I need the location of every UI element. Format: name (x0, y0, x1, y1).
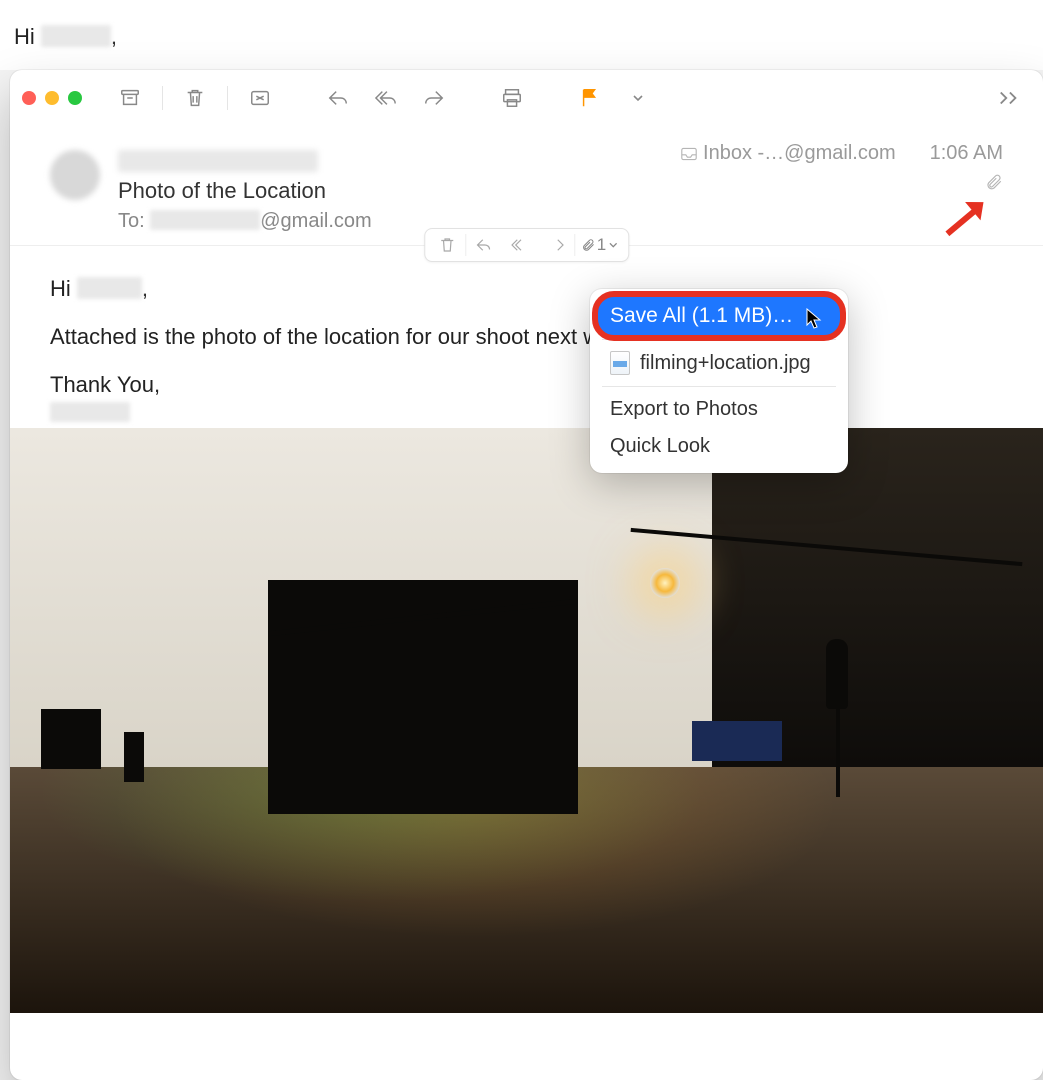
minimize-window-button[interactable] (45, 91, 59, 105)
menu-attachment-file[interactable]: filming+location.jpg (598, 344, 840, 382)
menu-file-label: filming+location.jpg (640, 352, 811, 375)
delete-button[interactable] (173, 81, 217, 115)
trash-icon (184, 87, 206, 109)
body-thanks: Thank You, (50, 372, 1003, 398)
attachment-image[interactable] (10, 428, 1043, 1013)
signature-redacted (50, 402, 130, 422)
archive-button[interactable] (108, 81, 152, 115)
header-meta: Inbox -…@gmail.com 1:06 AM (681, 142, 1003, 197)
print-icon (501, 87, 523, 109)
menu-export-photos[interactable]: Export to Photos (598, 391, 840, 428)
reply-button[interactable] (316, 81, 360, 115)
menu-separator (602, 339, 836, 340)
menu-save-all-label: Save All (1.1 MB)… (610, 304, 793, 328)
forward-icon (423, 87, 445, 109)
chevron-down-icon (632, 92, 644, 104)
menu-export-label: Export to Photos (610, 398, 758, 421)
flag-options-button[interactable] (616, 81, 660, 115)
reply-all-button[interactable] (364, 81, 408, 115)
zoom-window-button[interactable] (68, 91, 82, 105)
toolbar-overflow-button[interactable] (987, 81, 1031, 115)
menu-separator (602, 386, 836, 387)
mail-message-window: Photo of the Location To: @gmail.com Inb… (10, 70, 1043, 1080)
divider (227, 86, 228, 110)
to-suffix: @gmail.com (260, 210, 371, 232)
junk-button[interactable] (238, 81, 282, 115)
message-header: Photo of the Location To: @gmail.com Inb… (10, 126, 1043, 246)
flag-icon (579, 87, 601, 109)
forward-button[interactable] (412, 81, 456, 115)
reply-icon (327, 87, 349, 109)
double-chevron-right-icon (998, 90, 1020, 106)
message-time: 1:06 AM (930, 142, 1003, 165)
menu-quicklook-label: Quick Look (610, 435, 710, 458)
inline-forward-button[interactable] (538, 230, 574, 260)
flag-button[interactable] (568, 81, 612, 115)
print-button[interactable] (490, 81, 534, 115)
menu-save-all[interactable]: Save All (1.1 MB)… (598, 297, 840, 335)
image-file-icon (610, 351, 630, 375)
attachment-count: 1 (597, 235, 606, 255)
inbox-label: Inbox -…@gmail.com (703, 142, 896, 165)
sender-name-redacted (118, 150, 318, 172)
attachment-dropdown-button[interactable]: 1 (575, 235, 624, 255)
body-line-1: Attached is the photo of the location fo… (50, 324, 1003, 350)
menu-quick-look[interactable]: Quick Look (598, 428, 840, 465)
toolbar (10, 70, 1043, 126)
divider (162, 86, 163, 110)
mouse-cursor (806, 308, 824, 330)
bg-greet-prefix: Hi (14, 24, 41, 49)
studio-photo-placeholder (10, 428, 1043, 1013)
body-greet-prefix: Hi (50, 276, 77, 301)
body-greet-suffix: , (142, 276, 148, 301)
message-body: Hi , Attached is the photo of the locati… (10, 246, 1043, 422)
window-controls (22, 91, 82, 105)
chevron-down-icon (608, 240, 618, 250)
junk-icon (249, 87, 271, 109)
close-window-button[interactable] (22, 91, 36, 105)
sender-avatar (50, 150, 100, 200)
body-name-redacted (77, 277, 142, 299)
paperclip-icon (581, 238, 595, 252)
inline-reply-all-button[interactable] (502, 230, 538, 260)
to-redacted (150, 210, 260, 230)
inline-reply-button[interactable] (466, 230, 502, 260)
archive-icon (119, 87, 141, 109)
background-email-preview: Hi , (0, 0, 1043, 70)
redacted-name (41, 25, 111, 47)
reply-all-icon (375, 87, 397, 109)
bg-greet-suffix: , (111, 24, 117, 49)
inline-delete-button[interactable] (429, 230, 465, 260)
inbox-icon (681, 147, 697, 161)
attachment-indicator-icon (985, 173, 1003, 191)
inline-action-bar: 1 (424, 228, 629, 262)
to-label: To: (118, 210, 145, 232)
